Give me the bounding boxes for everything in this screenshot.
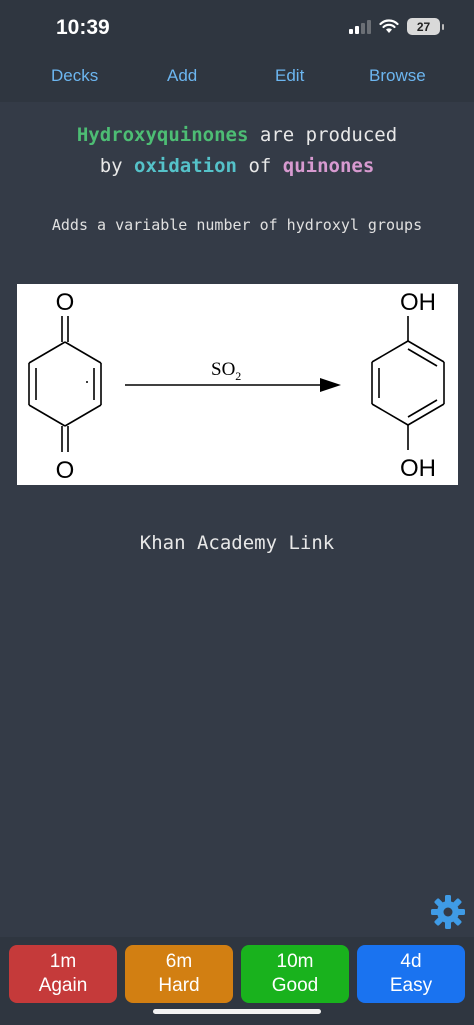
wifi-icon	[379, 19, 399, 33]
reagent-subscript: 2	[235, 369, 241, 383]
khan-academy-link[interactable]: Khan Academy Link	[0, 532, 474, 554]
hard-interval: 6m	[165, 951, 193, 972]
nav-browse-button[interactable]: Browse	[369, 66, 426, 86]
right-hydroxyl-bottom: OH	[400, 455, 436, 482]
term-hydroxyquinones: Hydroxyquinones	[76, 124, 249, 146]
again-interval: 1m	[49, 951, 77, 972]
front-text-3: of	[237, 155, 283, 177]
term-quinones: quinones	[282, 155, 375, 177]
front-text-2: by	[99, 155, 135, 177]
easy-button[interactable]: 4d Easy	[357, 945, 465, 1003]
card-front-line-1: Hydroxyquinones are produced	[0, 120, 474, 151]
right-hydroxyl-top: OH	[400, 289, 436, 316]
flashcard: Hydroxyquinones are produced by oxidatio…	[0, 102, 474, 937]
good-interval: 10m	[276, 951, 314, 972]
left-oxygen-bottom: O	[56, 457, 75, 484]
status-time: 10:39	[56, 16, 110, 39]
easy-interval: 4d	[400, 951, 422, 972]
again-button[interactable]: 1m Again	[9, 945, 117, 1003]
good-button[interactable]: 10m Good	[241, 945, 349, 1003]
card-front-line-2: by oxidation of quinones	[0, 151, 474, 182]
top-nav-bar: Decks Add Edit Browse	[0, 56, 474, 103]
card-subtext: Adds a variable number of hydroxyl group…	[51, 216, 423, 234]
status-bar: 10:39 27	[0, 0, 474, 56]
home-indicator[interactable]	[153, 1009, 321, 1014]
status-icons: 27	[349, 18, 444, 35]
answer-buttons: 1m Again 6m Hard 10m Good 4d Easy	[0, 945, 474, 1005]
term-oxidation: oxidation	[134, 155, 237, 177]
hard-label: Hard	[158, 975, 200, 996]
nav-decks-button[interactable]: Decks	[51, 66, 98, 86]
reaction-diagram-svg: O O OH OH SO2	[28, 289, 445, 484]
gear-icon[interactable]	[428, 892, 468, 937]
good-label: Good	[271, 975, 319, 996]
reaction-diagram: O O OH OH SO2	[17, 284, 458, 485]
card-front-text: Hydroxyquinones are produced by oxidatio…	[0, 120, 474, 182]
reagent-main: SO	[211, 359, 235, 380]
battery-icon: 27	[407, 18, 444, 35]
battery-level: 27	[416, 19, 431, 34]
nav-edit-button[interactable]: Edit	[275, 66, 304, 86]
reagent-label: SO2	[211, 359, 241, 383]
front-text-1: are produced	[248, 124, 398, 146]
signal-icon	[349, 19, 371, 34]
easy-label: Easy	[389, 975, 433, 996]
nav-add-button[interactable]: Add	[167, 66, 197, 86]
hard-button[interactable]: 6m Hard	[125, 945, 233, 1003]
left-oxygen-top: O	[56, 289, 75, 316]
again-label: Again	[38, 975, 88, 996]
